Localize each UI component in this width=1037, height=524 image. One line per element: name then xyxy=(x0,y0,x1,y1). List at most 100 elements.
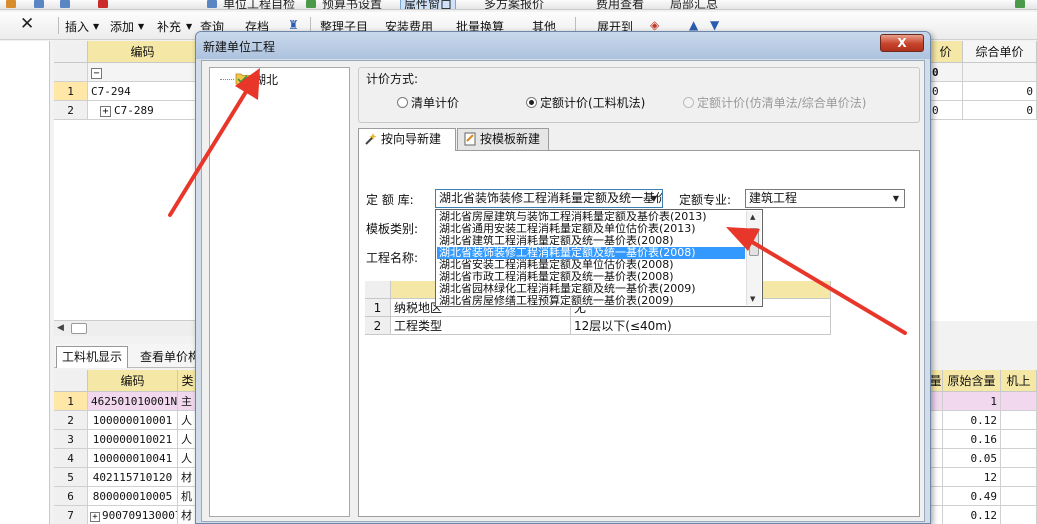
row-number[interactable]: 1 xyxy=(54,82,88,101)
qty-cell[interactable] xyxy=(929,411,943,430)
find-icon[interactable]: ♜ xyxy=(288,18,299,32)
resource-code-cell[interactable]: 800000010005 xyxy=(88,487,178,506)
machine-cell[interactable] xyxy=(1001,430,1037,449)
scroll-thumb[interactable] xyxy=(71,323,87,334)
settings-icon[interactable] xyxy=(306,0,316,8)
tab-wizard[interactable]: 按向导新建 xyxy=(358,128,456,151)
original-qty-cell[interactable]: 1 xyxy=(943,392,1001,411)
resource-code-cell[interactable]: 402115710120 xyxy=(88,468,178,487)
chevron-down-icon[interactable]: ▼ xyxy=(93,22,99,31)
radio-label-bill[interactable]: 清单计价 xyxy=(411,94,459,111)
info-value-cell[interactable]: 12层以下(≤40m) xyxy=(571,317,831,335)
row-number[interactable]: 3 xyxy=(54,430,88,449)
paste-icon[interactable] xyxy=(60,0,70,8)
row-number[interactable]: 5 xyxy=(54,468,88,487)
column-header-price[interactable]: 价 xyxy=(929,41,963,63)
unit-price-cell[interactable]: 0 xyxy=(963,82,1037,101)
toolbar-fee-view[interactable]: 费用查看 xyxy=(596,0,644,9)
row-number[interactable]: 6 xyxy=(54,487,88,506)
insert-button[interactable]: 插入 xyxy=(65,18,89,35)
column-header-qty[interactable]: 量 xyxy=(929,370,943,392)
unit-price-cell[interactable]: 0 xyxy=(963,101,1037,120)
horizontal-scrollbar[interactable]: ◀ xyxy=(54,320,199,336)
resource-code-cell[interactable]: 100000010021 xyxy=(88,430,178,449)
column-header-machine[interactable]: 机上人 xyxy=(1001,370,1037,410)
quota-library-select[interactable]: 湖北省装饰装修工程消耗量定额及统一基价表(2008) ▼ xyxy=(435,189,663,208)
add-button[interactable]: 添加 xyxy=(110,18,134,35)
scroll-up-icon[interactable]: ▲ xyxy=(750,213,755,221)
machine-cell[interactable] xyxy=(1001,411,1037,430)
expand-icon[interactable]: + xyxy=(100,106,111,117)
radio-bill-pricing[interactable] xyxy=(397,97,408,108)
qty-cell[interactable] xyxy=(929,487,943,506)
tab-template[interactable]: 按模板新建 xyxy=(457,128,549,150)
arrow-down-icon[interactable]: ▼ xyxy=(710,18,719,32)
row-number[interactable]: 4 xyxy=(54,449,88,468)
dropdown-option[interactable]: 湖北省园林绿化工程消耗量定额及统一基价表(2009) xyxy=(437,283,745,295)
paint-bucket-icon[interactable]: ◈ xyxy=(650,18,659,32)
resource-code-cell[interactable]: +900709130007K xyxy=(88,506,178,524)
price-cell[interactable]: 0 xyxy=(929,101,963,120)
chevron-down-icon[interactable]: ▼ xyxy=(138,22,144,31)
chevron-down-icon[interactable]: ▼ xyxy=(186,22,192,31)
radio-quota-pricing[interactable] xyxy=(526,97,537,108)
toolbar-partial-summary[interactable]: 局部汇总 xyxy=(670,0,718,9)
row-number[interactable]: 2 xyxy=(54,411,88,430)
dropdown-option[interactable]: 湖北省装饰装修工程消耗量定额及统一基价表(2008) xyxy=(437,247,745,259)
radio-label-quota[interactable]: 定额计价(工料机法) xyxy=(540,94,645,111)
qty-cell[interactable] xyxy=(929,449,943,468)
machine-cell[interactable] xyxy=(1001,487,1037,506)
qty-cell[interactable] xyxy=(929,506,943,524)
dropdown-option[interactable]: 湖北省市政工程消耗量定额及统一基价表(2008) xyxy=(437,271,745,283)
scroll-down-icon[interactable]: ▼ xyxy=(750,295,755,303)
supplement-button[interactable]: 补充 xyxy=(157,18,181,35)
resource-code-cell[interactable]: 100000010041 xyxy=(88,449,178,468)
column-header-code[interactable]: 编码 xyxy=(88,370,178,392)
price-cell[interactable]: 0 xyxy=(929,82,963,101)
machine-cell[interactable] xyxy=(1001,392,1037,411)
copy-icon[interactable] xyxy=(34,0,44,8)
original-qty-cell[interactable]: 0.12 xyxy=(943,411,1001,430)
row-number[interactable]: 2 xyxy=(54,101,88,120)
quota-major-select[interactable]: 建筑工程 ▼ xyxy=(745,189,905,208)
original-qty-cell[interactable]: 0.12 xyxy=(943,506,1001,524)
dropdown-option[interactable]: 湖北省通用安装工程消耗量定额及单位估价表(2013) xyxy=(437,223,745,235)
resource-code-cell[interactable]: 100000010001 xyxy=(88,411,178,430)
check-icon[interactable] xyxy=(207,0,217,8)
delete-icon[interactable] xyxy=(98,0,108,8)
close-icon[interactable]: ✕ xyxy=(20,14,34,34)
qty-cell[interactable] xyxy=(929,430,943,449)
tree-node-hubei[interactable]: 湖北 xyxy=(254,71,278,88)
dropdown-option[interactable]: 湖北省建筑工程消耗量定额及统一基价表(2008) xyxy=(437,235,745,247)
toolbar-budget-settings[interactable]: 预算书设置 xyxy=(322,0,382,9)
original-qty-cell[interactable]: 12 xyxy=(943,468,1001,487)
resource-code-cell[interactable]: 462501010001N xyxy=(88,392,178,411)
machine-cell[interactable] xyxy=(1001,506,1037,524)
qty-cell[interactable] xyxy=(929,392,943,411)
undo-icon[interactable] xyxy=(6,0,16,8)
column-header-code[interactable]: 编码 xyxy=(88,41,198,63)
toolbar-multi-quote[interactable]: 多方案报价 xyxy=(484,0,544,9)
qty-cell[interactable] xyxy=(929,468,943,487)
original-qty-cell[interactable]: 0.16 xyxy=(943,430,1001,449)
dialog-close-button[interactable]: X xyxy=(880,34,924,52)
machine-cell[interactable] xyxy=(1001,468,1037,487)
scroll-left-icon[interactable]: ◀ xyxy=(57,323,64,333)
tab-glj[interactable]: 工料机显示 xyxy=(56,346,129,368)
scroll-thumb[interactable] xyxy=(749,228,759,256)
code-cell[interactable]: + C7-289 xyxy=(88,101,198,120)
column-header-original[interactable]: 原始含量 xyxy=(943,370,1001,392)
row-number[interactable]: 1 xyxy=(54,392,88,411)
chevron-down-icon[interactable]: ▼ xyxy=(648,192,660,205)
machine-cell[interactable] xyxy=(1001,449,1037,468)
exit-icon[interactable] xyxy=(1015,0,1025,8)
arrow-up-icon[interactable]: ▲ xyxy=(689,18,698,32)
dropdown-option[interactable]: 湖北省房屋建筑与装饰工程消耗量定额及基价表(2013) xyxy=(437,211,745,223)
code-cell[interactable]: C7-294 xyxy=(88,82,198,101)
dropdown-option[interactable]: 湖北省安装工程消耗量定额及单位估价表(2008) xyxy=(437,259,745,271)
column-header-unit-price[interactable]: 综合单价 xyxy=(963,41,1037,63)
dropdown-option[interactable]: 湖北省房屋修缮工程预算定额统一基价表(2009) xyxy=(437,295,745,307)
dropdown-scrollbar[interactable]: ▲ ▼ xyxy=(746,211,761,305)
original-qty-cell[interactable]: 0.49 xyxy=(943,487,1001,506)
chevron-down-icon[interactable]: ▼ xyxy=(890,192,902,205)
